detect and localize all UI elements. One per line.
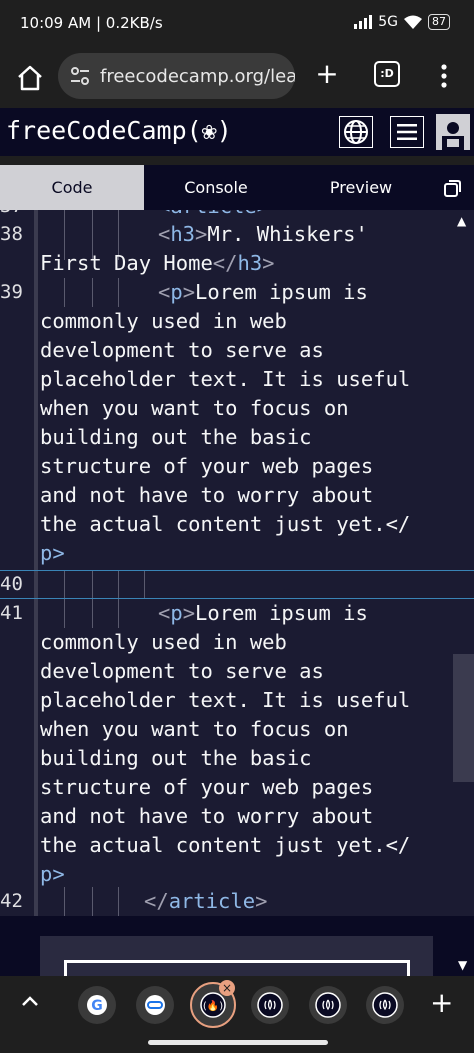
editor-panel-tabs: Code Console Preview bbox=[0, 165, 474, 210]
code-line-41-wrap: the actual content just yet.</ bbox=[40, 833, 411, 857]
code-line-39-wrap: commonly used in web bbox=[40, 309, 287, 333]
p-text-open: Lorem ipsum is bbox=[195, 280, 368, 304]
signal-icon bbox=[354, 15, 373, 29]
fcc-logo[interactable]: freeCodeCamp(❀) bbox=[6, 116, 232, 145]
indent-guide bbox=[118, 887, 119, 916]
avatar[interactable] bbox=[436, 114, 470, 150]
google-icon: G bbox=[87, 995, 107, 1015]
code-line-41-wrap: structure of your web pages bbox=[40, 775, 374, 799]
code-line-41-wrap: commonly used in web bbox=[40, 630, 287, 654]
code-line-41-wrap: when you want to focus on bbox=[40, 717, 349, 741]
tab-fcc[interactable] bbox=[366, 986, 404, 1024]
network-label: 5G bbox=[378, 14, 398, 30]
tab-link[interactable] bbox=[136, 986, 174, 1024]
indent-guide bbox=[64, 887, 65, 916]
site-settings-icon[interactable] bbox=[68, 64, 92, 88]
h3-text-cont: First Day Home bbox=[40, 251, 213, 275]
fcc-navbar: freeCodeCamp(❀) bbox=[0, 108, 474, 156]
svg-text:G: G bbox=[91, 998, 103, 1014]
line-number: 41 bbox=[0, 602, 23, 624]
fcc-tab-icon bbox=[315, 992, 341, 1018]
menu-button[interactable] bbox=[390, 116, 424, 148]
scroll-down-arrow[interactable]: ▼ bbox=[458, 958, 467, 972]
more-options-icon[interactable] bbox=[432, 60, 456, 92]
tab-fcc[interactable] bbox=[251, 986, 289, 1024]
code-line-41-wrap: placeholder text. It is useful bbox=[40, 688, 411, 712]
popout-preview-icon[interactable] bbox=[443, 178, 463, 198]
indent-guide bbox=[92, 278, 93, 307]
fcc-logo-text: freeCodeCamp bbox=[6, 116, 187, 145]
tab-switcher-button[interactable]: :D bbox=[374, 61, 400, 87]
svg-text:(🔥): (🔥) bbox=[203, 999, 223, 1012]
tab-code[interactable]: Code bbox=[0, 165, 144, 210]
hamburger-icon bbox=[397, 124, 417, 140]
code-line-39-wrap: placeholder text. It is useful bbox=[40, 367, 411, 391]
active-line-highlight bbox=[0, 570, 474, 599]
browser-toolbar: freecodecamp.org/lea + :D bbox=[0, 50, 474, 106]
add-tab-button[interactable]: + bbox=[430, 986, 453, 1019]
home-indicator[interactable] bbox=[148, 1040, 328, 1045]
indent-guide bbox=[92, 887, 93, 916]
battery-indicator: 87 bbox=[428, 14, 450, 30]
new-tab-button[interactable]: + bbox=[312, 60, 342, 90]
tab-preview[interactable]: Preview bbox=[288, 165, 434, 210]
gutter-divider bbox=[34, 210, 38, 916]
fcc-tab-icon bbox=[372, 992, 398, 1018]
status-icons: 5G 87 bbox=[354, 14, 450, 30]
line-number: 39 bbox=[0, 281, 23, 303]
code-line-41-wrap: development to serve as bbox=[40, 659, 324, 683]
url-text: freecodecamp.org/lea bbox=[100, 65, 295, 87]
code-line-39-wrap: and not have to worry about bbox=[40, 483, 374, 507]
status-bar: 10:09 AM | 0.2KB/s 5G 87 bbox=[0, 0, 474, 50]
tab-fcc[interactable] bbox=[309, 986, 347, 1024]
fcc-tab-icon bbox=[257, 992, 283, 1018]
code-line-41-wrap: and not have to worry about bbox=[40, 804, 374, 828]
chevron-up-icon[interactable] bbox=[20, 992, 40, 1012]
indent-guide bbox=[64, 278, 65, 307]
line-number: 38 bbox=[0, 223, 23, 245]
wifi-icon bbox=[404, 15, 422, 29]
language-button[interactable] bbox=[339, 116, 373, 148]
tab-console[interactable]: Console bbox=[144, 165, 288, 210]
close-tab-icon[interactable]: × bbox=[219, 980, 235, 996]
editor-scrollbar[interactable] bbox=[453, 654, 474, 782]
status-time: 10:09 AM | 0.2KB/s bbox=[20, 14, 163, 32]
line-gutter bbox=[0, 210, 36, 916]
code-line-39-wrap: structure of your web pages bbox=[40, 454, 374, 478]
code-line-41: <p>Lorem ipsum is bbox=[158, 601, 368, 625]
user-avatar-icon bbox=[442, 122, 464, 150]
fcc-logo-flame: (❀) bbox=[186, 116, 232, 145]
code-line-39: <p>Lorem ipsum is bbox=[158, 280, 368, 304]
indent-guide bbox=[118, 278, 119, 307]
closing-tag: article bbox=[168, 889, 256, 913]
code-line-39-close: p> bbox=[40, 541, 65, 565]
address-bar[interactable]: freecodecamp.org/lea bbox=[58, 53, 295, 99]
code-line-39-wrap: development to serve as bbox=[40, 338, 324, 362]
fcc-tab-icon: (🔥) bbox=[200, 992, 226, 1018]
code-line-38-wrap: First Day Home</h3> bbox=[40, 251, 275, 275]
globe-icon bbox=[344, 120, 368, 144]
link-icon bbox=[145, 995, 165, 1015]
code-line-41-close: p> bbox=[40, 862, 65, 886]
code-line-39-wrap: when you want to focus on bbox=[40, 396, 349, 420]
home-icon[interactable] bbox=[14, 62, 46, 94]
code-line-39-wrap: the actual content just yet.</ bbox=[40, 512, 411, 536]
code-line-39-wrap: building out the basic bbox=[40, 425, 312, 449]
code-line-38: <h3>Mr. Whiskers' bbox=[158, 222, 368, 246]
scroll-up-arrow[interactable]: ▲ bbox=[457, 214, 466, 228]
code-line-41-wrap: building out the basic bbox=[40, 746, 312, 770]
line-number: 42 bbox=[0, 890, 23, 912]
code-line-42: </article> bbox=[144, 889, 268, 913]
h3-text: Mr. Whiskers' bbox=[207, 222, 368, 246]
code-editor[interactable]: 37 <article> 38 <h3>Mr. Whiskers' First … bbox=[0, 210, 474, 916]
tab-google[interactable]: G bbox=[78, 986, 116, 1024]
line-number: 40 bbox=[0, 573, 23, 595]
p-text-open: Lorem ipsum is bbox=[195, 601, 368, 625]
